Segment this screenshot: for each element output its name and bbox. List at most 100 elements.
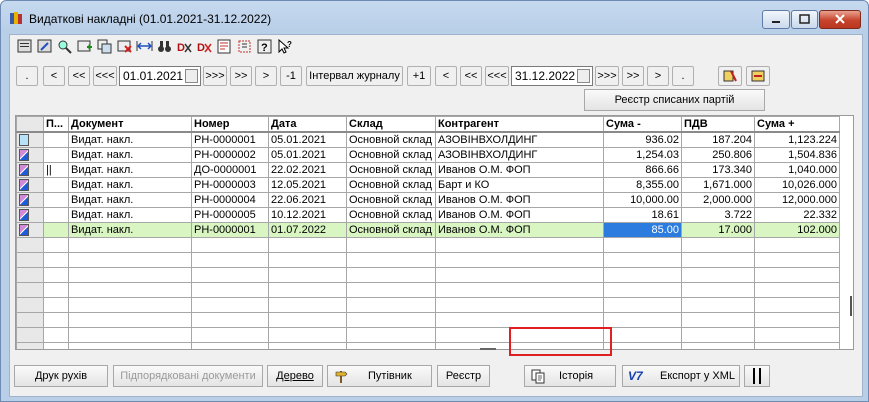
cell-sklad[interactable] — [346, 297, 436, 313]
nav-prev3-button[interactable]: <<< — [93, 66, 117, 86]
cell-pdv[interactable] — [681, 312, 755, 328]
cell-num[interactable] — [191, 312, 269, 328]
cell-sklad[interactable]: Основной склад — [346, 222, 436, 238]
cell-pdv[interactable]: 1,671.000 — [681, 177, 755, 193]
cell-num[interactable] — [191, 267, 269, 283]
column-header-sum-plus[interactable]: Сума + — [754, 116, 840, 133]
cell-sum-plus[interactable]: 102.000 — [754, 222, 840, 238]
row-status-cell[interactable] — [16, 162, 44, 178]
nav-end-prev2-button[interactable]: << — [460, 66, 482, 86]
cell-num[interactable] — [191, 282, 269, 298]
table-row[interactable] — [16, 267, 840, 283]
table-row[interactable]: Видат. накл. РН-0000004 22.06.2021 Основной… — [16, 192, 840, 208]
subordinate-documents-button[interactable]: Підпорядковані документи — [113, 365, 263, 387]
cell-sum-minus[interactable]: 866.66 — [603, 162, 682, 178]
cell-date[interactable] — [268, 342, 347, 349]
cell-kontr[interactable] — [435, 267, 604, 283]
cell-sklad[interactable]: Основной склад — [346, 207, 436, 223]
cell-p[interactable] — [43, 282, 69, 298]
cell-num[interactable]: ДО-0000001 — [191, 162, 269, 178]
table-row[interactable] — [16, 327, 840, 343]
cell-kontr[interactable] — [435, 282, 604, 298]
cell-doc[interactable] — [68, 267, 192, 283]
journal-interval-button[interactable]: Інтервал журналу — [306, 66, 403, 86]
date-from-input[interactable]: 01.01.2021 — [119, 66, 201, 86]
cell-kontr[interactable]: АЗОВІНВХОЛДИНГ — [435, 147, 604, 163]
cell-num[interactable] — [191, 297, 269, 313]
add-row-icon[interactable] — [76, 38, 93, 55]
table-row[interactable] — [16, 312, 840, 328]
written-off-batches-register-button[interactable]: Реєстр списаних партій — [584, 89, 765, 111]
pointer-help-icon[interactable]: ? — [276, 38, 293, 55]
cell-pdv[interactable] — [681, 237, 755, 253]
tree-button[interactable]: Дерево — [267, 365, 323, 387]
cell-num[interactable]: РН-0000002 — [191, 147, 269, 163]
cell-sum-minus[interactable] — [603, 282, 682, 298]
cell-date[interactable]: 05.01.2021 — [268, 131, 347, 148]
row-status-cell[interactable] — [16, 267, 44, 283]
table-row[interactable] — [16, 237, 840, 253]
cell-sum-minus[interactable] — [603, 342, 682, 349]
cell-sum-minus[interactable] — [603, 312, 682, 328]
cell-date[interactable] — [268, 297, 347, 313]
row-status-cell[interactable] — [16, 312, 44, 328]
table-row[interactable]: Видат. накл. РН-0000002 05.01.2021 Основной… — [16, 147, 840, 163]
cell-sum-plus[interactable]: 12,000.000 — [754, 192, 840, 208]
nav-plus-one-button[interactable]: +1 — [407, 66, 431, 86]
dx-icon[interactable]: D — [176, 38, 193, 55]
cell-p[interactable] — [43, 237, 69, 253]
cell-doc[interactable] — [68, 327, 192, 343]
cell-num[interactable]: РН-0000003 — [191, 177, 269, 193]
cell-sum-minus[interactable]: 936.02 — [603, 131, 682, 148]
cell-num[interactable]: РН-0000001 — [191, 131, 269, 148]
row-status-cell[interactable] — [16, 147, 44, 163]
cell-doc[interactable]: Видат. накл. — [68, 177, 192, 193]
cell-date[interactable]: 10.12.2021 — [268, 207, 347, 223]
cell-p[interactable] — [43, 342, 69, 349]
cell-p[interactable] — [43, 297, 69, 313]
cell-pdv[interactable] — [681, 267, 755, 283]
cell-date[interactable]: 05.01.2021 — [268, 147, 347, 163]
nav-end-next3-button[interactable]: >>> — [595, 66, 619, 86]
column-header-sum-minus[interactable]: Сума - — [603, 116, 682, 133]
cell-sum-plus[interactable] — [754, 252, 840, 268]
cell-kontr[interactable] — [435, 252, 604, 268]
cell-num[interactable] — [191, 252, 269, 268]
cell-p[interactable] — [43, 207, 69, 223]
nav-next2-button[interactable]: >> — [230, 66, 252, 86]
table-row[interactable]: Видат. накл. РН-0000005 10.12.2021 Основной… — [16, 207, 840, 223]
cell-kontr[interactable] — [435, 237, 604, 253]
find-icon[interactable] — [56, 38, 73, 55]
cell-sum-minus[interactable] — [603, 327, 682, 343]
title-bar[interactable]: Видаткові накладні (01.01.2021-31.12.202… — [1, 1, 868, 35]
history-icon[interactable] — [216, 38, 233, 55]
cell-sklad[interactable] — [346, 342, 436, 349]
cell-sklad[interactable] — [346, 237, 436, 253]
cell-doc[interactable]: Видат. накл. — [68, 131, 192, 148]
row-status-cell[interactable] — [16, 192, 44, 208]
row-status-cell[interactable] — [16, 342, 44, 349]
row-status-cell[interactable] — [16, 207, 44, 223]
cell-sum-plus[interactable] — [754, 327, 840, 343]
new-doc-icon[interactable] — [16, 38, 33, 55]
cell-p[interactable] — [43, 267, 69, 283]
cell-sum-plus[interactable]: 1,040.000 — [754, 162, 840, 178]
cell-pdv[interactable]: 17.000 — [681, 222, 755, 238]
cell-p[interactable] — [43, 147, 69, 163]
cell-sum-plus[interactable] — [754, 342, 840, 349]
cell-sum-minus[interactable]: 1,254.03 — [603, 147, 682, 163]
delete-icon[interactable] — [116, 38, 133, 55]
cell-pdv[interactable]: 2,000.000 — [681, 192, 755, 208]
column-header-number[interactable]: Номер — [191, 116, 269, 133]
cell-num[interactable]: РН-0000004 — [191, 192, 269, 208]
history-button[interactable]: Історія — [524, 365, 616, 387]
cell-sklad[interactable] — [346, 267, 436, 283]
range-icon[interactable] — [136, 38, 153, 55]
export-xml-button[interactable]: V7 Експорт у XML — [622, 365, 740, 387]
cell-pdv[interactable] — [681, 327, 755, 343]
cell-pdv[interactable] — [681, 342, 755, 349]
cell-num[interactable] — [191, 342, 269, 349]
cell-date[interactable]: 22.02.2021 — [268, 162, 347, 178]
edit-doc-icon[interactable] — [36, 38, 53, 55]
nav-next3-button[interactable]: >>> — [203, 66, 227, 86]
